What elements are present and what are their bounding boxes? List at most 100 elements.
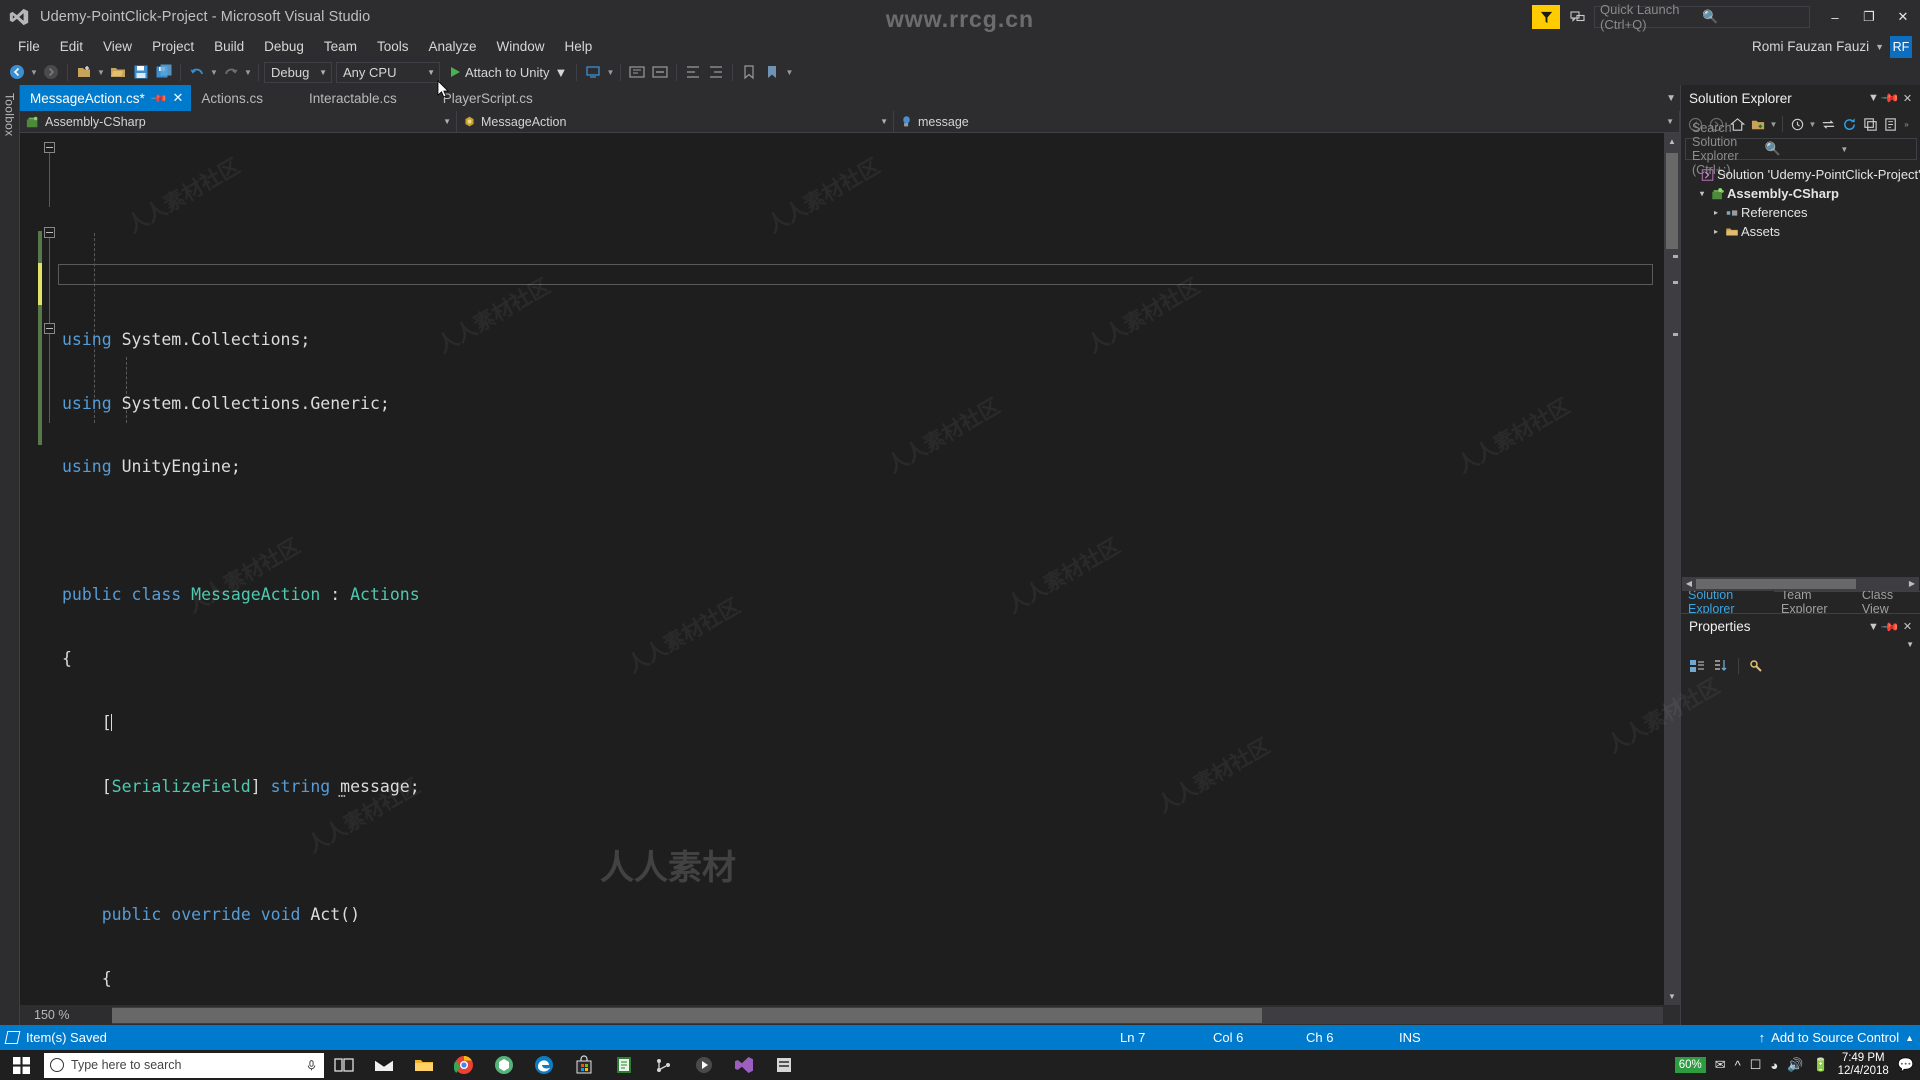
quick-launch-input[interactable]: Quick Launch (Ctrl+Q) 🔍: [1594, 2, 1810, 32]
tab-solution-explorer[interactable]: Solution Explorer: [1681, 588, 1774, 616]
chevron-down-icon[interactable]: ▼: [1875, 42, 1884, 52]
search-solution-explorer-input[interactable]: Search Solution Explorer (Ctrl+;) 🔍 ▼: [1685, 121, 1917, 177]
explorer-window-icon[interactable]: [764, 1050, 804, 1080]
horizontal-scroll-thumb[interactable]: [112, 1007, 1262, 1023]
menu-window[interactable]: Window: [486, 36, 554, 57]
uncomment-selection-icon[interactable]: [649, 61, 671, 83]
collapse-all-icon[interactable]: [1860, 114, 1880, 134]
volume-icon[interactable]: 🔊: [1787, 1057, 1803, 1073]
screen-icon[interactable]: ☐: [1750, 1057, 1762, 1073]
new-project-dropdown-icon[interactable]: ▼: [96, 68, 106, 77]
tab-team-explorer[interactable]: Team Explorer: [1774, 588, 1855, 616]
tab-playerscript-cs[interactable]: PlayerScript.cs: [433, 85, 541, 111]
redo-dropdown-icon[interactable]: ▼: [243, 68, 253, 77]
bookmark-dropdown-icon[interactable]: ▼: [784, 68, 794, 77]
navigate-forward-icon[interactable]: [40, 61, 62, 83]
comment-selection-icon[interactable]: [626, 61, 648, 83]
send-feedback-icon[interactable]: [1566, 9, 1590, 25]
chevron-down-icon[interactable]: ▼: [1840, 145, 1913, 154]
refresh-icon[interactable]: [1839, 114, 1859, 134]
scroll-up-icon[interactable]: ▲: [1664, 133, 1680, 150]
microsoft-store-icon[interactable]: [564, 1050, 604, 1080]
editor-horizontal-scrollbar[interactable]: [112, 1006, 1663, 1024]
file-explorer-icon[interactable]: [404, 1050, 444, 1080]
alphabetical-view-icon[interactable]: [1711, 656, 1731, 676]
scroll-down-icon[interactable]: ▼: [1664, 988, 1680, 1005]
menu-edit[interactable]: Edit: [50, 36, 93, 57]
solution-platform-dropdown[interactable]: Any CPU ▼: [336, 61, 440, 83]
outdent-icon[interactable]: [705, 61, 727, 83]
properties-window-icon[interactable]: [1881, 114, 1901, 134]
tree-item-solution[interactable]: Solution 'Udemy-PointClick-Project' (1 p…: [1681, 165, 1920, 184]
unity-icon[interactable]: [484, 1050, 524, 1080]
property-pages-icon[interactable]: [1746, 656, 1766, 676]
save-icon[interactable]: [130, 61, 152, 83]
solution-explorer-horizontal-scrollbar[interactable]: ◀ ▶: [1682, 576, 1919, 591]
attach-process-icon[interactable]: [582, 61, 604, 83]
menu-team[interactable]: Team: [314, 36, 367, 57]
editor-vertical-scrollbar[interactable]: ▲ ▼: [1663, 133, 1680, 1005]
tab-messageaction-cs[interactable]: MessageAction.cs* 📌 ✕: [20, 85, 192, 111]
attach-dropdown-icon[interactable]: ▼: [605, 68, 615, 77]
tab-actions-cs[interactable]: Actions.cs: [191, 85, 271, 111]
vertical-scroll-thumb[interactable]: [1666, 153, 1678, 249]
visual-studio-taskbar-icon[interactable]: [724, 1050, 764, 1080]
solution-configuration-dropdown[interactable]: Debug ▼: [264, 61, 332, 83]
taskbar-clock[interactable]: 7:49 PM 12/4/2018: [1838, 1052, 1889, 1078]
tree-item-assets[interactable]: ▸ Assets: [1681, 222, 1920, 241]
solution-tree[interactable]: Solution 'Udemy-PointClick-Project' (1 p…: [1681, 162, 1920, 577]
mail-app-icon[interactable]: [364, 1050, 404, 1080]
save-all-icon[interactable]: [153, 61, 175, 83]
close-button[interactable]: ✕: [1886, 0, 1920, 34]
tab-interactable-cs[interactable]: Interactable.cs: [299, 85, 405, 111]
menu-file[interactable]: File: [8, 36, 50, 57]
edge-icon[interactable]: [524, 1050, 564, 1080]
close-icon[interactable]: ✕: [173, 90, 184, 106]
redo-icon[interactable]: [220, 61, 242, 83]
bluetooth-icon[interactable]: ✉: [1715, 1057, 1726, 1073]
chevron-down-icon[interactable]: ▼: [1769, 120, 1778, 129]
undo-dropdown-icon[interactable]: ▼: [209, 68, 219, 77]
toolbar-overflow-icon[interactable]: »: [1902, 120, 1911, 129]
task-view-button[interactable]: [324, 1050, 364, 1080]
navigate-back-icon[interactable]: [6, 61, 28, 83]
attach-to-unity-button[interactable]: Attach to Unity ▼: [447, 65, 571, 80]
tree-item-references[interactable]: ▸ References: [1681, 203, 1920, 222]
chevron-up-icon[interactable]: ▲: [1905, 1033, 1914, 1043]
properties-grid[interactable]: [1681, 679, 1920, 1025]
chrome-icon[interactable]: [444, 1050, 484, 1080]
navbar-project-dropdown[interactable]: Assembly-CSharp ▼: [20, 111, 457, 132]
collapse-method-icon[interactable]: [44, 323, 55, 334]
tree-item-assembly-csharp[interactable]: ▾ Assembly-CSharp: [1681, 184, 1920, 203]
back-dropdown-icon[interactable]: ▼: [29, 68, 39, 77]
wifi-icon[interactable]: ◕: [1770, 1058, 1778, 1073]
expander[interactable]: ▸: [1709, 208, 1723, 217]
scroll-right-icon[interactable]: ▶: [1905, 579, 1919, 588]
action-center-icon[interactable]: 💬: [1898, 1057, 1914, 1073]
media-player-icon[interactable]: [684, 1050, 724, 1080]
indent-icon[interactable]: [682, 61, 704, 83]
chevron-down-icon-2[interactable]: ▼: [1808, 120, 1817, 129]
toggle-bookmark-icon[interactable]: [761, 61, 783, 83]
undo-icon[interactable]: [186, 61, 208, 83]
notification-flag-icon[interactable]: [1532, 5, 1560, 29]
menu-build[interactable]: Build: [204, 36, 254, 57]
menu-debug[interactable]: Debug: [254, 36, 314, 57]
scroll-left-icon[interactable]: ◀: [1682, 579, 1696, 588]
minimize-button[interactable]: –: [1818, 0, 1852, 34]
toolbox-tab[interactable]: Toolbox: [0, 85, 20, 1025]
menu-help[interactable]: Help: [555, 36, 603, 57]
pin-icon[interactable]: 📌: [149, 89, 168, 107]
menu-project[interactable]: Project: [142, 36, 204, 57]
horizontal-scroll-thumb[interactable]: [1696, 578, 1856, 589]
code-content[interactable]: using System.Collections; using System.C…: [58, 133, 1663, 1005]
tab-class-view[interactable]: Class View: [1854, 588, 1920, 616]
code-editor[interactable]: using System.Collections; using System.C…: [20, 133, 1680, 1005]
menu-view[interactable]: View: [93, 36, 142, 57]
menu-analyze[interactable]: Analyze: [418, 36, 486, 57]
sync-with-active-document-icon[interactable]: [1818, 114, 1838, 134]
show-all-files-icon[interactable]: [1787, 114, 1807, 134]
expander[interactable]: ▸: [1709, 227, 1723, 236]
expander[interactable]: ▾: [1695, 189, 1709, 198]
outlining-margin[interactable]: [42, 133, 58, 1005]
